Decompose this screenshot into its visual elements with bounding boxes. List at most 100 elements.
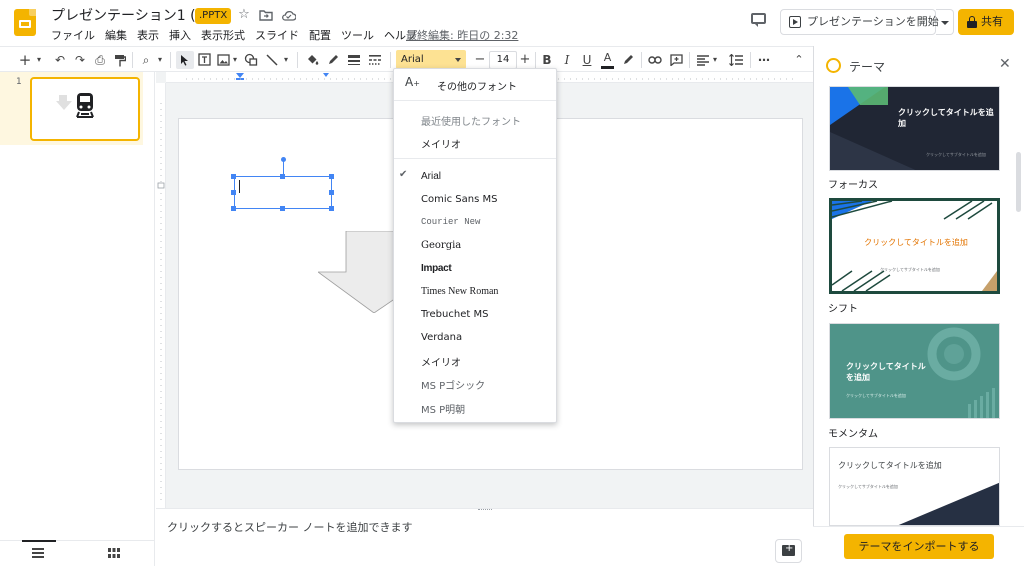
- recent-fonts-header: 最近使用したフォント: [421, 117, 521, 128]
- font-option-meiryo[interactable]: メイリオ: [421, 354, 461, 369]
- move-folder-icon[interactable]: [258, 7, 274, 23]
- panel-scrollbar[interactable]: [1016, 152, 1021, 212]
- selected-text-box[interactable]: [234, 176, 332, 209]
- more-options-button[interactable]: ⋯: [756, 51, 772, 69]
- resize-handle-s[interactable]: [280, 206, 285, 211]
- select-tool-icon[interactable]: [176, 51, 194, 69]
- present-options-dropdown[interactable]: [936, 9, 954, 35]
- import-theme-button[interactable]: テーマをインポートする: [844, 534, 994, 559]
- menu-format[interactable]: 表示形式: [201, 27, 245, 43]
- document-title[interactable]: プレゼンテーション1 (1): [51, 5, 210, 25]
- new-slide-button[interactable]: +: [18, 51, 32, 69]
- bold-button[interactable]: B: [540, 51, 554, 69]
- menu-edit[interactable]: 編集: [105, 27, 127, 43]
- resize-handle-n[interactable]: [280, 174, 285, 179]
- present-button[interactable]: プレゼンテーションを開始: [780, 9, 939, 35]
- resize-handle-e[interactable]: [329, 190, 334, 195]
- text-box-tool-icon[interactable]: [196, 51, 212, 69]
- font-option-ms-pmincho[interactable]: MS P明朝: [421, 401, 465, 416]
- font-option-ms-pgothic[interactable]: MS Pゴシック: [421, 377, 485, 392]
- theme-card-momentum[interactable]: クリックしてタイトルを追加 クリックしてサブタイトルを追加: [829, 323, 1000, 419]
- vertical-ruler[interactable]: [156, 83, 166, 508]
- font-family-select[interactable]: Arial: [396, 50, 466, 69]
- slide-number: 1: [16, 77, 22, 87]
- cloud-saved-icon: [280, 7, 297, 23]
- resize-handle-nw[interactable]: [231, 174, 236, 179]
- active-view-indicator: [22, 540, 56, 542]
- grid-view-icon[interactable]: [108, 548, 120, 558]
- theme-card-title: クリックしてタイトルを追加: [838, 461, 942, 470]
- file-format-badge: .PPTX: [195, 8, 232, 24]
- border-color-icon[interactable]: [325, 51, 341, 69]
- font-option-arial[interactable]: Arial: [421, 171, 441, 182]
- menu-insert[interactable]: 挿入: [169, 27, 191, 43]
- collapse-toolbar-button[interactable]: ⌃: [792, 51, 806, 69]
- theme-card-subtitle: クリックしてサブタイトルを追加: [838, 484, 898, 489]
- fill-color-icon[interactable]: [304, 51, 320, 69]
- border-dash-icon[interactable]: [367, 51, 383, 69]
- menu-view[interactable]: 表示: [137, 27, 159, 43]
- menu-arrange[interactable]: 配置: [309, 27, 331, 43]
- close-icon[interactable]: ✕: [999, 56, 1011, 72]
- decrease-font-size-button[interactable]: −: [473, 51, 487, 69]
- text-color-swatch: [601, 66, 614, 69]
- zoom-button[interactable]: ⌕: [138, 51, 154, 69]
- menu-tools[interactable]: ツール: [341, 27, 374, 43]
- resize-handle-w[interactable]: [231, 190, 236, 195]
- border-weight-icon[interactable]: [346, 51, 362, 69]
- new-slide-layout-dropdown[interactable]: ▾: [34, 51, 44, 69]
- resize-handle-sw[interactable]: [231, 206, 236, 211]
- line-tool-dropdown[interactable]: ▾: [282, 51, 290, 69]
- align-icon[interactable]: [695, 51, 711, 69]
- more-fonts-item[interactable]: その他のフォント: [437, 78, 517, 93]
- share-button[interactable]: 共有: [958, 9, 1014, 35]
- slide-thumbnail[interactable]: [30, 77, 140, 141]
- insert-image-icon[interactable]: [215, 51, 231, 69]
- paint-format-icon[interactable]: [112, 51, 128, 69]
- highlight-color-icon[interactable]: [620, 51, 636, 69]
- filmstrip-view-icon[interactable]: [32, 548, 44, 558]
- font-option-comic-sans[interactable]: Comic Sans MS: [421, 194, 497, 205]
- add-comment-icon[interactable]: [668, 51, 684, 69]
- check-icon: ✔: [399, 169, 408, 180]
- font-option-courier-new[interactable]: Courier New: [421, 217, 480, 227]
- menu-file[interactable]: ファイル: [51, 27, 95, 43]
- zoom-dropdown[interactable]: ▾: [155, 51, 165, 69]
- slides-logo-icon[interactable]: [14, 9, 36, 36]
- line-spacing-icon[interactable]: [728, 51, 744, 69]
- font-option-impact[interactable]: Impact: [421, 263, 452, 274]
- font-option-times-new-roman[interactable]: Times New Roman: [421, 286, 498, 297]
- theme-card-focus[interactable]: クリックしてタイトルを追加 クリックしてサブタイトルを追加: [829, 86, 1000, 171]
- theme-card-shift[interactable]: クリックしてタイトルを追加 クリックしてサブタイトルを追加: [829, 198, 1000, 294]
- italic-button[interactable]: I: [560, 51, 574, 69]
- resize-handle-se[interactable]: [329, 206, 334, 211]
- slide-filmstrip: 1: [0, 72, 155, 540]
- font-option-verdana[interactable]: Verdana: [421, 332, 462, 343]
- speaker-notes-placeholder[interactable]: クリックするとスピーカー ノートを追加できます: [167, 519, 413, 535]
- theme-name: モメンタム: [828, 429, 878, 440]
- comment-history-icon[interactable]: [750, 12, 768, 28]
- last-edit-link[interactable]: 最終編集: 昨日の 2:32: [406, 27, 518, 43]
- rotate-handle[interactable]: [281, 157, 286, 162]
- print-button[interactable]: ⎙: [92, 51, 108, 69]
- font-option-georgia[interactable]: Georgia: [421, 240, 461, 251]
- explore-button[interactable]: [775, 539, 802, 563]
- align-dropdown[interactable]: ▾: [711, 51, 719, 69]
- resize-handle-ne[interactable]: [329, 174, 334, 179]
- theme-name: フォーカス: [828, 180, 878, 191]
- font-option-trebuchet[interactable]: Trebuchet MS: [421, 309, 488, 320]
- menu-slide[interactable]: スライド: [255, 27, 299, 43]
- menu-divider: [394, 100, 556, 101]
- line-tool-icon[interactable]: [264, 51, 280, 69]
- theme-card-4[interactable]: クリックしてタイトルを追加 クリックしてサブタイトルを追加: [829, 447, 1000, 526]
- insert-link-icon[interactable]: [647, 51, 663, 69]
- star-icon[interactable]: ☆: [236, 7, 252, 23]
- redo-button[interactable]: ↷: [72, 51, 88, 69]
- shape-tool-icon[interactable]: [243, 51, 259, 69]
- font-size-input[interactable]: 14: [489, 51, 517, 69]
- underline-button[interactable]: U: [580, 51, 594, 69]
- insert-image-dropdown[interactable]: ▾: [231, 51, 239, 69]
- increase-font-size-button[interactable]: +: [518, 51, 532, 69]
- font-option-recent[interactable]: メイリオ: [421, 136, 461, 151]
- undo-button[interactable]: ↶: [52, 51, 68, 69]
